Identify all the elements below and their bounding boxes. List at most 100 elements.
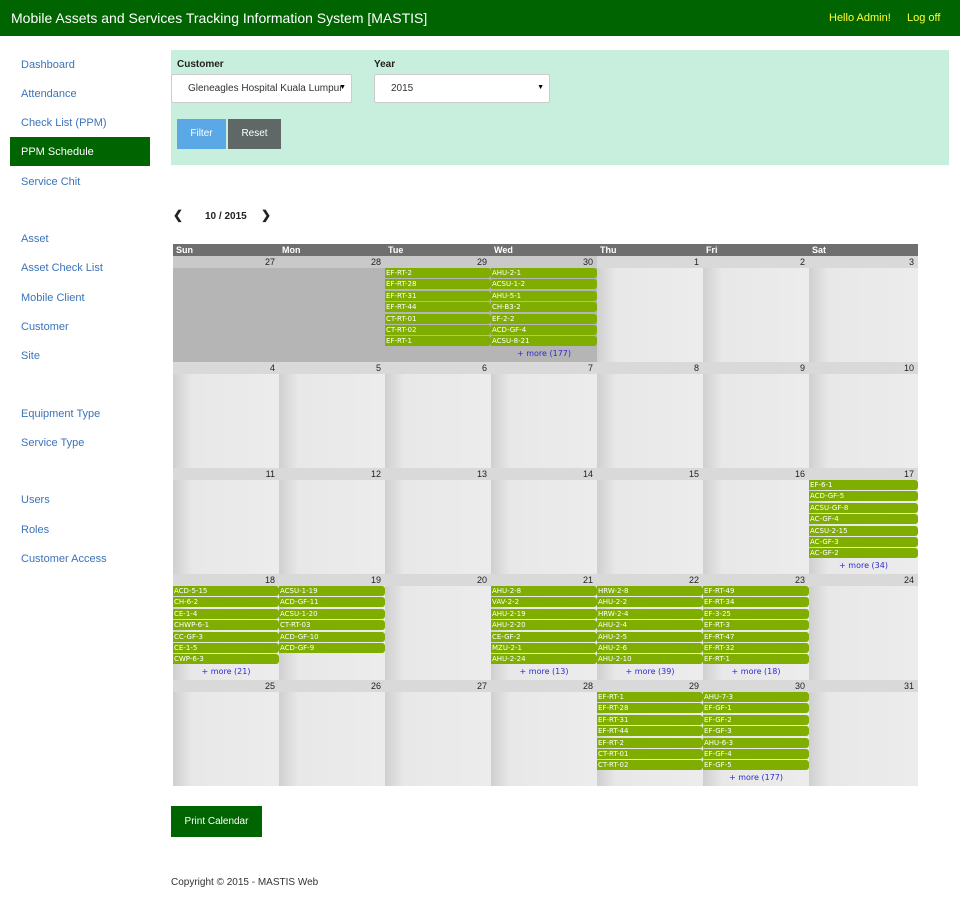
calendar-day-cell[interactable]: 14: [491, 468, 597, 574]
calendar-event[interactable]: ACD-GF-9: [279, 643, 385, 653]
calendar-event[interactable]: MZU-2-1: [491, 643, 597, 653]
calendar-day-cell[interactable]: 30 AHU-7-3 EF-GF-1 EF-GF-2 EF-GF-3 AHU-6-3 EF-…: [703, 680, 809, 786]
calendar-day-cell[interactable]: 10: [809, 362, 918, 468]
calendar-day-cell[interactable]: 5: [279, 362, 385, 468]
calendar-event[interactable]: ACSU-2-15: [809, 525, 918, 536]
chevron-left-icon[interactable]: ❮: [173, 208, 183, 222]
calendar-day-cell[interactable]: 18 ACD-5-15 CH-6-2 CE-1-4 CHWP-6-1 CC-GF-3 CE-…: [173, 574, 279, 680]
calendar-event[interactable]: EF-RT-32: [703, 643, 809, 653]
calendar-day-cell[interactable]: 29 EF-RT-1 EF-RT-28 EF-RT-31 EF-RT-44 EF-RT-2…: [597, 680, 703, 786]
calendar-event[interactable]: EF-RT-31: [385, 290, 491, 301]
calendar-day-cell[interactable]: 4: [173, 362, 279, 468]
calendar-event[interactable]: AHU-2-19: [491, 608, 597, 619]
calendar-event[interactable]: EF-RT-2: [597, 737, 703, 748]
calendar-event[interactable]: AHU-7-3: [703, 692, 809, 702]
calendar-event[interactable]: ACSU-1-19: [279, 586, 385, 596]
calendar-event[interactable]: CH-6-2: [173, 597, 279, 608]
sidebar-item-ppm-schedule[interactable]: PPM Schedule: [10, 137, 150, 166]
calendar-event[interactable]: EF-RT-49: [703, 586, 809, 596]
calendar-event[interactable]: CWP-6-3: [173, 654, 279, 665]
sidebar-item-customer[interactable]: Customer: [10, 312, 150, 341]
calendar-day-cell[interactable]: 27: [385, 680, 491, 786]
calendar-event[interactable]: EF-RT-1: [703, 654, 809, 665]
calendar-day-cell[interactable]: 23 EF-RT-49 EF-RT-34 EF-3-25 EF-RT-3 EF-RT-47…: [703, 574, 809, 680]
calendar-day-cell[interactable]: 22 HRW-2-8 AHU-2-2 HRW-2-4 AHU-2-4 AHU-2-5 AHU…: [597, 574, 703, 680]
calendar-event[interactable]: EF-GF-3: [703, 726, 809, 737]
calendar-event[interactable]: VAV-2-2: [491, 597, 597, 608]
calendar-event[interactable]: AHU-2-8: [491, 586, 597, 596]
chevron-right-icon[interactable]: ❯: [261, 208, 271, 222]
more-events-link[interactable]: + more (177): [491, 349, 597, 358]
calendar-day-cell[interactable]: 1: [597, 256, 703, 362]
sidebar-item-site[interactable]: Site: [10, 341, 150, 370]
calendar-day-cell[interactable]: 30 AHU-2-1 ACSU-1-2 AHU-5-1 CH-B3-2 EF-2-2 ACD…: [491, 256, 597, 362]
calendar-event[interactable]: CT-RT-03: [279, 620, 385, 631]
customer-select[interactable]: Gleneagles Hospital Kuala Lumpur ▼: [171, 74, 352, 103]
calendar-event[interactable]: CT-RT-02: [597, 760, 703, 771]
sidebar-item-service-chit[interactable]: Service Chit: [10, 167, 150, 196]
calendar-event[interactable]: AHU-2-24: [491, 654, 597, 665]
calendar-event[interactable]: EF-GF-1: [703, 703, 809, 714]
reset-button[interactable]: Reset: [228, 119, 281, 149]
calendar-day-cell[interactable]: 11: [173, 468, 279, 574]
calendar-event[interactable]: EF-GF-5: [703, 760, 809, 771]
calendar-event[interactable]: EF-RT-1: [597, 692, 703, 702]
calendar-event[interactable]: AC-GF-4: [809, 514, 918, 525]
calendar-event[interactable]: AHU-2-10: [597, 654, 703, 665]
calendar-day-cell[interactable]: 27: [173, 256, 279, 362]
sidebar-item-service-type[interactable]: Service Type: [10, 428, 150, 457]
calendar-event[interactable]: CT-RT-02: [385, 325, 491, 335]
calendar-event[interactable]: AHU-2-2: [597, 597, 703, 608]
calendar-event[interactable]: CT-RT-01: [385, 313, 491, 324]
calendar-event[interactable]: EF-GF-4: [703, 749, 809, 759]
more-events-link[interactable]: + more (21): [173, 667, 279, 676]
calendar-event[interactable]: HRW-2-4: [597, 608, 703, 619]
calendar-event[interactable]: HRW-2-8: [597, 586, 703, 596]
calendar-event[interactable]: CC-GF-3: [173, 631, 279, 642]
calendar-event[interactable]: ACD-GF-5: [809, 491, 918, 502]
calendar-day-cell[interactable]: 26: [279, 680, 385, 786]
calendar-event[interactable]: AHU-2-6: [597, 643, 703, 653]
more-events-link[interactable]: + more (177): [703, 773, 809, 782]
calendar-event[interactable]: EF-RT-47: [703, 631, 809, 642]
sidebar-item-equipment-type[interactable]: Equipment Type: [10, 399, 150, 428]
calendar-event[interactable]: AHU-6-3: [703, 737, 809, 748]
calendar-event[interactable]: AHU-2-1: [491, 268, 597, 278]
calendar-event[interactable]: AC-GF-3: [809, 537, 918, 547]
print-calendar-button[interactable]: Print Calendar: [171, 806, 262, 837]
calendar-event[interactable]: ACSU-8-21: [491, 336, 597, 347]
sidebar-item-attendance[interactable]: Attendance: [10, 79, 150, 108]
calendar-event[interactable]: EF-RT-31: [597, 714, 703, 725]
more-events-link[interactable]: + more (34): [809, 561, 918, 570]
calendar-day-cell[interactable]: 3: [809, 256, 918, 362]
calendar-event[interactable]: ACSU-1-20: [279, 608, 385, 619]
calendar-day-cell[interactable]: 29 EF-RT-2 EF-RT-28 EF-RT-31 EF-RT-44 CT-RT-0…: [385, 256, 491, 362]
calendar-event[interactable]: AC-GF-2: [809, 548, 918, 559]
calendar-day-cell[interactable]: 28: [491, 680, 597, 786]
calendar-day-cell[interactable]: 19 ACSU-1-19 ACD-GF-11 ACSU-1-20 CT-RT-03 ACD…: [279, 574, 385, 680]
sidebar-item-users[interactable]: Users: [10, 485, 150, 514]
calendar-event[interactable]: EF-RT-44: [385, 302, 491, 313]
calendar-event[interactable]: AHU-2-4: [597, 620, 703, 631]
calendar-event[interactable]: ACD-GF-4: [491, 325, 597, 335]
calendar-day-cell[interactable]: 25: [173, 680, 279, 786]
calendar-event[interactable]: EF-RT-28: [385, 279, 491, 290]
calendar-day-cell[interactable]: 16: [703, 468, 809, 574]
calendar-day-cell[interactable]: 20: [385, 574, 491, 680]
sidebar-item-dashboard[interactable]: Dashboard: [10, 50, 150, 79]
greeting-link[interactable]: Hello Admin!: [829, 12, 891, 24]
calendar-event[interactable]: EF-RT-28: [597, 703, 703, 714]
calendar-day-cell[interactable]: 6: [385, 362, 491, 468]
year-select[interactable]: 2015 ▼: [374, 74, 550, 103]
more-events-link[interactable]: + more (13): [491, 667, 597, 676]
calendar-day-cell[interactable]: 7: [491, 362, 597, 468]
calendar-day-cell[interactable]: 28: [279, 256, 385, 362]
more-events-link[interactable]: + more (39): [597, 667, 703, 676]
sidebar-item-mobile-client[interactable]: Mobile Client: [10, 283, 150, 312]
calendar-event[interactable]: AHU-2-20: [491, 620, 597, 631]
calendar-event[interactable]: CHWP-6-1: [173, 620, 279, 631]
calendar-event[interactable]: CT-RT-01: [597, 749, 703, 759]
calendar-event[interactable]: CH-B3-2: [491, 302, 597, 313]
calendar-event[interactable]: EF-GF-2: [703, 714, 809, 725]
logoff-link[interactable]: Log off: [907, 12, 940, 24]
